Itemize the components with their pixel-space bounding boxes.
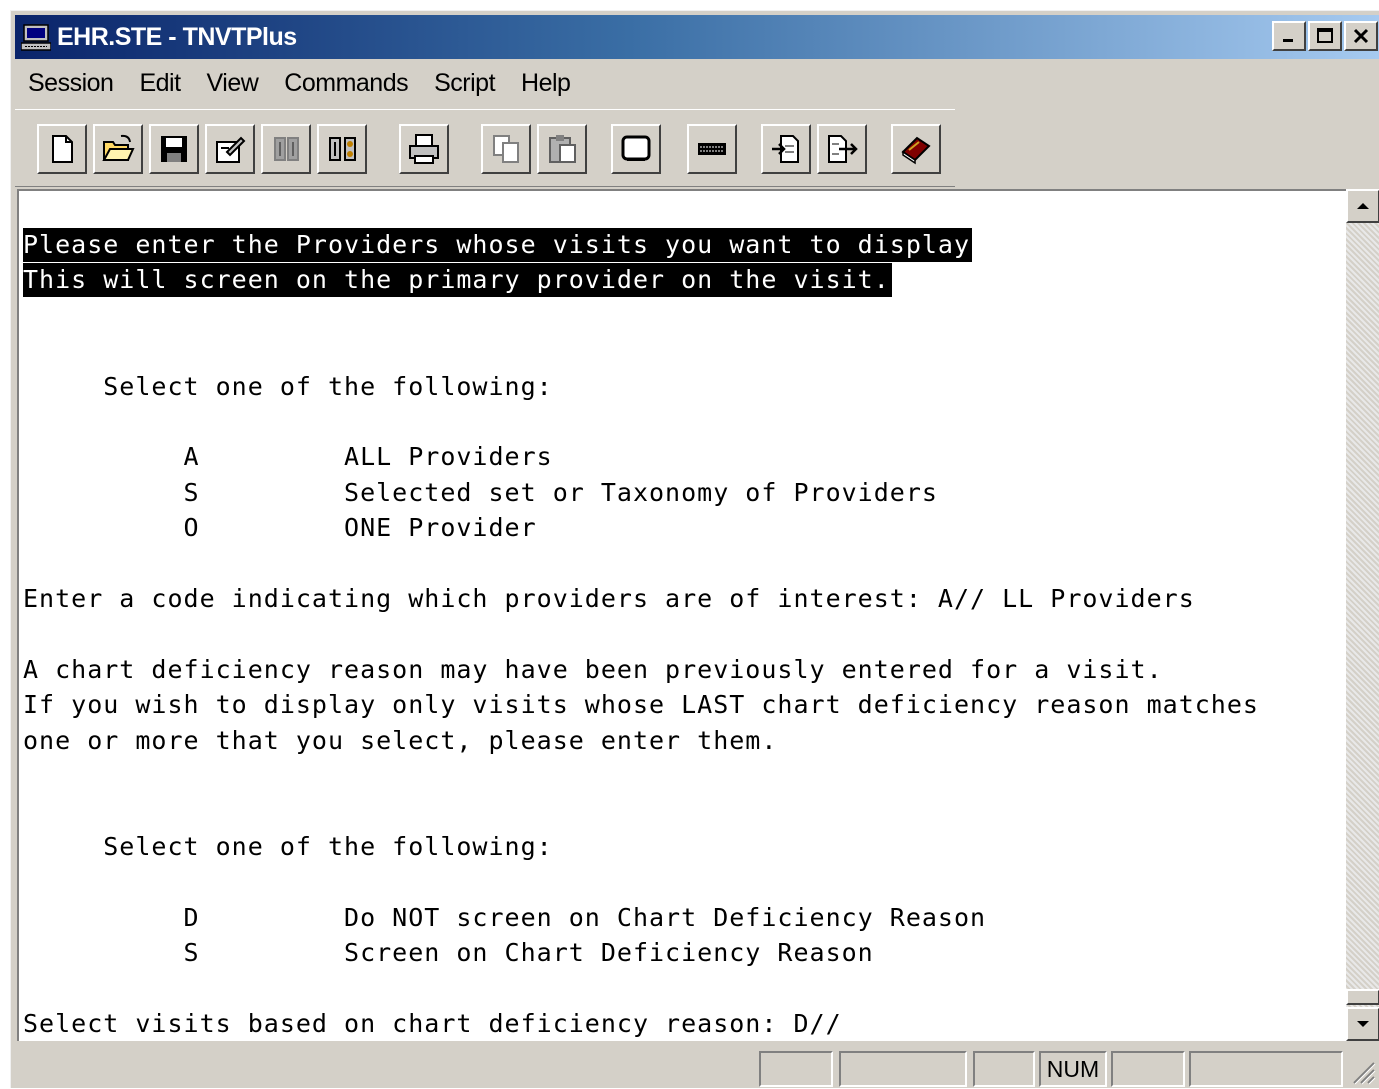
- status-pane-2: [839, 1051, 967, 1087]
- paste-icon: [549, 135, 576, 163]
- properties-button[interactable]: [205, 124, 255, 174]
- close-icon: [1353, 28, 1369, 44]
- terminal-line: S Selected set or Taxonomy of Providers: [23, 477, 938, 507]
- open-button[interactable]: [93, 124, 143, 174]
- save-button[interactable]: [149, 124, 199, 174]
- menu-edit[interactable]: Edit: [126, 69, 193, 98]
- screen-icon: [621, 135, 651, 161]
- status-pane-1: [759, 1051, 833, 1087]
- keyboard-button[interactable]: [687, 124, 737, 174]
- scroll-thumb[interactable]: [1346, 989, 1379, 1005]
- print-button[interactable]: [399, 124, 449, 174]
- copy-icon: [493, 135, 519, 163]
- arrow-down-icon: [1357, 1021, 1369, 1027]
- open-icon: [102, 134, 135, 161]
- terminal-line: Enter a code indicating which providers …: [23, 584, 1195, 613]
- terminal-app-icon: [21, 24, 51, 51]
- menu-help[interactable]: Help: [508, 69, 583, 98]
- minimize-button[interactable]: [1272, 21, 1306, 51]
- terminal-line: This will screen on the primary provider…: [23, 263, 892, 298]
- terminal-line: A chart deficiency reason may have been …: [23, 654, 1163, 684]
- screen-button[interactable]: [611, 124, 661, 174]
- menu-session[interactable]: Session: [15, 69, 126, 98]
- help-book-icon: [901, 136, 931, 165]
- copy-button[interactable]: [481, 124, 531, 174]
- scroll-up-button[interactable]: [1346, 189, 1379, 223]
- title-bar[interactable]: EHR.STE - TNVTPlus: [15, 15, 1379, 59]
- maximize-icon: [1317, 28, 1333, 43]
- terminal-line: Please enter the Providers whose visits …: [23, 228, 973, 262]
- terminal-line: Select one of the following:: [23, 371, 553, 401]
- terminal-line: one or more that you select, please ente…: [23, 725, 778, 755]
- arrow-up-icon: [1357, 203, 1369, 209]
- application-window: EHR.STE - TNVTPlus Session Edit View Com…: [10, 10, 1379, 1088]
- terminal-line: A ALL Providers: [23, 442, 553, 472]
- status-pane-3: [973, 1051, 1035, 1087]
- vertical-scrollbar[interactable]: [1346, 189, 1379, 1041]
- terminal-line: D Do NOT screen on Chart Deficiency Reas…: [23, 902, 987, 932]
- connect-button[interactable]: [261, 124, 311, 174]
- terminal-line: If you wish to display only visits whose…: [23, 690, 1259, 720]
- paste-button[interactable]: [537, 124, 587, 174]
- terminal-line: Select visits based on chart deficiency …: [23, 1008, 842, 1038]
- status-pane-5: [1111, 1051, 1185, 1087]
- terminal-screen[interactable]: Please enter the Providers whose visits …: [17, 189, 1346, 1041]
- help-book-button[interactable]: [891, 124, 941, 174]
- menu-commands[interactable]: Commands: [271, 69, 421, 98]
- new-icon: [52, 135, 73, 163]
- terminal-line: Select one of the following:: [23, 831, 553, 861]
- scroll-down-button[interactable]: [1346, 1007, 1379, 1041]
- disconnect-icon: [329, 137, 356, 161]
- new-button[interactable]: [37, 124, 87, 174]
- send-file-button[interactable]: [817, 124, 867, 174]
- maximize-button[interactable]: [1308, 21, 1342, 51]
- connect-icon: [274, 137, 299, 161]
- receive-file-icon: [772, 135, 799, 163]
- disconnect-button[interactable]: [317, 124, 367, 174]
- properties-icon: [216, 136, 246, 163]
- menu-script[interactable]: Script: [421, 69, 508, 98]
- minimize-icon: [1283, 39, 1293, 42]
- send-file-icon: [828, 135, 858, 163]
- status-pane-6: [1189, 1051, 1343, 1087]
- menu-bar: Session Edit View Commands Script Help: [15, 65, 583, 101]
- status-bar: NUM: [11, 1045, 1379, 1089]
- terminal-line: S Screen on Chart Deficiency Reason: [23, 938, 874, 967]
- window-title: EHR.STE - TNVTPlus: [57, 22, 297, 51]
- close-button[interactable]: [1344, 21, 1378, 51]
- terminal-line: O ONE Provider: [23, 513, 537, 543]
- receive-file-button[interactable]: [761, 124, 811, 174]
- print-icon: [409, 134, 439, 164]
- menu-view[interactable]: View: [194, 69, 272, 98]
- num-lock-indicator: NUM: [1039, 1051, 1107, 1087]
- toolbar: [15, 109, 955, 187]
- keyboard-icon: [698, 143, 726, 155]
- save-icon: [161, 136, 187, 162]
- resize-grip-icon[interactable]: [1348, 1057, 1376, 1085]
